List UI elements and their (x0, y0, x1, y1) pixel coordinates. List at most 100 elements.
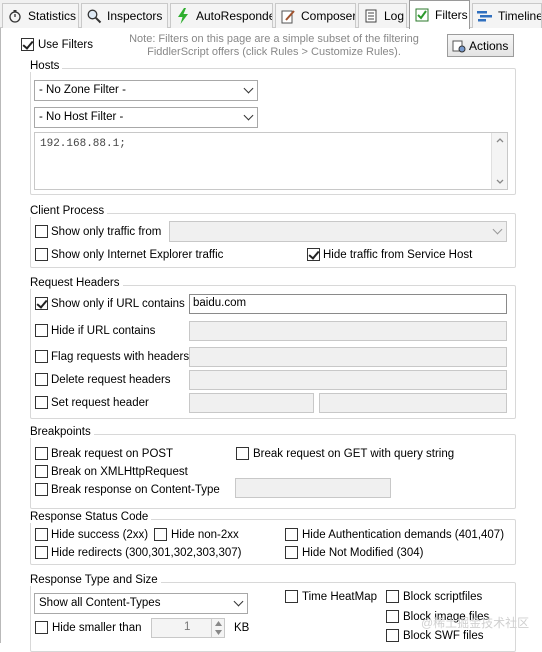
content-types-value: Show all Content-Types (39, 597, 161, 609)
hide-service-host-checkbox[interactable] (307, 248, 320, 261)
tab-label: AutoResponder (196, 9, 273, 23)
hide-success-label: Hide success (2xx) (51, 529, 149, 541)
scroll-up-icon[interactable] (496, 137, 504, 143)
tab-label: Inspectors (107, 9, 163, 23)
block-imagefiles-checkbox[interactable] (386, 610, 399, 623)
checkbox-icon (414, 7, 430, 23)
tab-autoresponder[interactable]: AutoResponder (170, 3, 273, 28)
block-scriptfiles-label: Block scriptfiles (403, 591, 483, 603)
hide-not-modified-label: Hide Not Modified (304) (302, 547, 424, 559)
break-get-query-checkbox[interactable] (236, 447, 249, 460)
break-xhr-label: Break on XMLHttpRequest (51, 466, 188, 478)
hide-success-checkbox[interactable] (35, 528, 48, 541)
use-filters-checkbox[interactable] (21, 38, 34, 51)
zone-filter-select[interactable]: - No Zone Filter - (34, 80, 258, 101)
hide-url-input[interactable] (189, 321, 507, 341)
break-post-checkbox[interactable] (35, 447, 48, 460)
flag-requests-input[interactable] (189, 347, 507, 367)
hide-smaller-value: 1 (184, 621, 191, 633)
break-post-label: Break request on POST (51, 448, 174, 460)
process-select[interactable] (169, 221, 507, 242)
log-icon (363, 8, 379, 24)
host-filter-select[interactable]: - No Host Filter - (34, 107, 258, 128)
block-swf-label: Block SWF files (403, 630, 484, 642)
tab-statistics[interactable]: Statistics (2, 3, 79, 28)
tab-label: Statistics (28, 9, 77, 23)
compose-icon (280, 8, 296, 24)
timeline-icon (477, 8, 493, 24)
tab-label: Log (384, 9, 405, 23)
tab-inspectors[interactable]: Inspectors (81, 3, 168, 28)
tab-timeline[interactable]: Timeline (472, 3, 542, 28)
stepper-up-icon[interactable] (215, 621, 222, 626)
hide-not-modified-checkbox[interactable] (285, 546, 298, 559)
hide-url-checkbox[interactable] (35, 324, 48, 337)
break-response-ct-checkbox[interactable] (35, 483, 48, 496)
stepper-buttons[interactable] (211, 619, 224, 637)
hide-smaller-stepper[interactable]: 1 (151, 618, 225, 638)
break-response-ct-label: Break response on Content-Type (51, 484, 220, 496)
flag-requests-label: Flag requests with headers (51, 351, 190, 363)
hide-service-host-label: Hide traffic from Service Host (323, 249, 473, 261)
delete-headers-input[interactable] (189, 370, 507, 390)
filters-panel: Use Filters Note: Filters on this page a… (0, 28, 542, 652)
actions-icon (452, 39, 466, 53)
host-filter-value: - No Host Filter - (39, 111, 124, 123)
tab-composer[interactable]: Composer (275, 3, 356, 28)
show-only-traffic-from-checkbox[interactable] (35, 225, 48, 238)
block-swf-checkbox[interactable] (386, 629, 399, 642)
magnifier-icon (86, 8, 102, 24)
note-line-1: Note: Filters on this page are a simple … (129, 33, 419, 45)
break-xhr-checkbox[interactable] (35, 465, 48, 478)
show-only-url-checkbox[interactable] (35, 297, 48, 310)
hide-non2xx-label: Hide non-2xx (171, 529, 239, 541)
stepper-down-icon[interactable] (215, 630, 222, 635)
flag-requests-checkbox[interactable] (35, 350, 48, 363)
response-status-title: Response Status Code (30, 511, 152, 523)
hide-redirects-label: Hide redirects (300,301,302,303,307) (51, 547, 242, 559)
tab-log[interactable]: Log (358, 3, 407, 28)
tab-label: Timeline (498, 9, 542, 23)
scroll-down-icon[interactable] (496, 179, 504, 185)
tab-label: Filters (435, 8, 468, 22)
hide-auth-label: Hide Authentication demands (401,407) (302, 529, 505, 541)
delete-headers-checkbox[interactable] (35, 373, 48, 386)
chevron-down-icon (492, 224, 503, 235)
set-header-name-input[interactable] (189, 393, 314, 413)
show-only-url-input[interactable]: baidu.com (189, 294, 507, 314)
set-header-value-input[interactable] (319, 393, 507, 413)
filters-note: Note: Filters on this page are a simple … (113, 33, 435, 59)
client-process-title: Client Process (30, 205, 108, 217)
hide-non2xx-checkbox[interactable] (154, 528, 167, 541)
use-filters-label: Use Filters (38, 39, 93, 51)
time-heatmap-checkbox[interactable] (285, 590, 298, 603)
hide-auth-checkbox[interactable] (285, 528, 298, 541)
time-heatmap-label: Time HeatMap (302, 591, 377, 603)
content-types-select[interactable]: Show all Content-Types (34, 593, 248, 614)
hosts-title: Hosts (30, 60, 63, 72)
hide-smaller-checkbox[interactable] (35, 621, 48, 634)
break-response-ct-input[interactable] (235, 478, 391, 498)
show-only-traffic-from-label: Show only traffic from (51, 226, 162, 238)
delete-headers-label: Delete request headers (51, 374, 171, 386)
hosts-text: 192.168.88.1; (40, 138, 126, 150)
chevron-down-icon (243, 83, 254, 94)
break-get-query-label: Break request on GET with query string (253, 448, 455, 460)
request-headers-title: Request Headers (30, 277, 123, 289)
hide-redirects-checkbox[interactable] (35, 546, 48, 559)
actions-label: Actions (469, 38, 509, 53)
set-header-checkbox[interactable] (35, 396, 48, 409)
actions-button[interactable]: Actions (447, 34, 514, 57)
zone-filter-value: - No Zone Filter - (39, 84, 126, 96)
chevron-down-icon (243, 110, 254, 121)
hosts-textarea[interactable]: 192.168.88.1; (34, 132, 508, 190)
show-only-ie-checkbox[interactable] (35, 248, 48, 261)
hide-url-label: Hide if URL contains (51, 325, 156, 337)
block-scriptfiles-checkbox[interactable] (386, 590, 399, 603)
tab-filters[interactable]: Filters (409, 0, 470, 29)
note-line-2: FiddlerScript offers (click Rules > Cust… (147, 46, 401, 58)
watermark: @稀土掘金技术社区 (421, 616, 530, 630)
hide-smaller-label: Hide smaller than (52, 622, 142, 634)
hosts-scrollbar[interactable] (491, 133, 507, 189)
kb-label: KB (234, 622, 250, 634)
